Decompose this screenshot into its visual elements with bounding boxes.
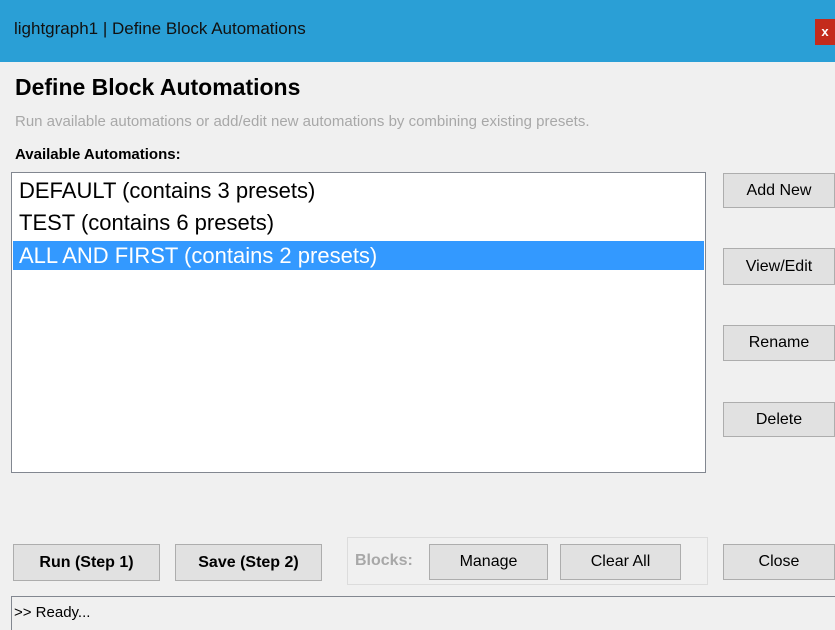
status-log xyxy=(11,596,835,630)
window-title: lightgraph1 | Define Block Automations xyxy=(14,19,306,38)
run-step1-button[interactable]: Run (Step 1) xyxy=(13,544,160,581)
list-item-default[interactable]: DEFAULT (contains 3 presets) xyxy=(13,176,704,205)
status-text: >> Ready... xyxy=(14,604,91,621)
automations-list-label: Available Automations: xyxy=(15,146,181,163)
automations-listbox[interactable]: DEFAULT (contains 3 presets) TEST (conta… xyxy=(11,172,706,473)
list-item-all-and-first[interactable]: ALL AND FIRST (contains 2 presets) xyxy=(13,241,704,270)
add-new-button[interactable]: Add New xyxy=(723,173,835,208)
page-subtitle: Run available automations or add/edit ne… xyxy=(15,113,590,130)
rename-button[interactable]: Rename xyxy=(723,325,835,361)
clear-all-button[interactable]: Clear All xyxy=(560,544,681,580)
save-step2-button[interactable]: Save (Step 2) xyxy=(175,544,322,581)
close-button[interactable]: Close xyxy=(723,544,835,580)
title-bar: lightgraph1 | Define Block Automations x xyxy=(0,0,835,62)
delete-button[interactable]: Delete xyxy=(723,402,835,437)
close-window-button[interactable]: x xyxy=(815,19,835,45)
manage-blocks-button[interactable]: Manage xyxy=(429,544,548,580)
list-item-test[interactable]: TEST (contains 6 presets) xyxy=(13,208,704,237)
page-title: Define Block Automations xyxy=(15,74,301,100)
blocks-label: Blocks: xyxy=(355,552,413,569)
view-edit-button[interactable]: View/Edit xyxy=(723,248,835,285)
